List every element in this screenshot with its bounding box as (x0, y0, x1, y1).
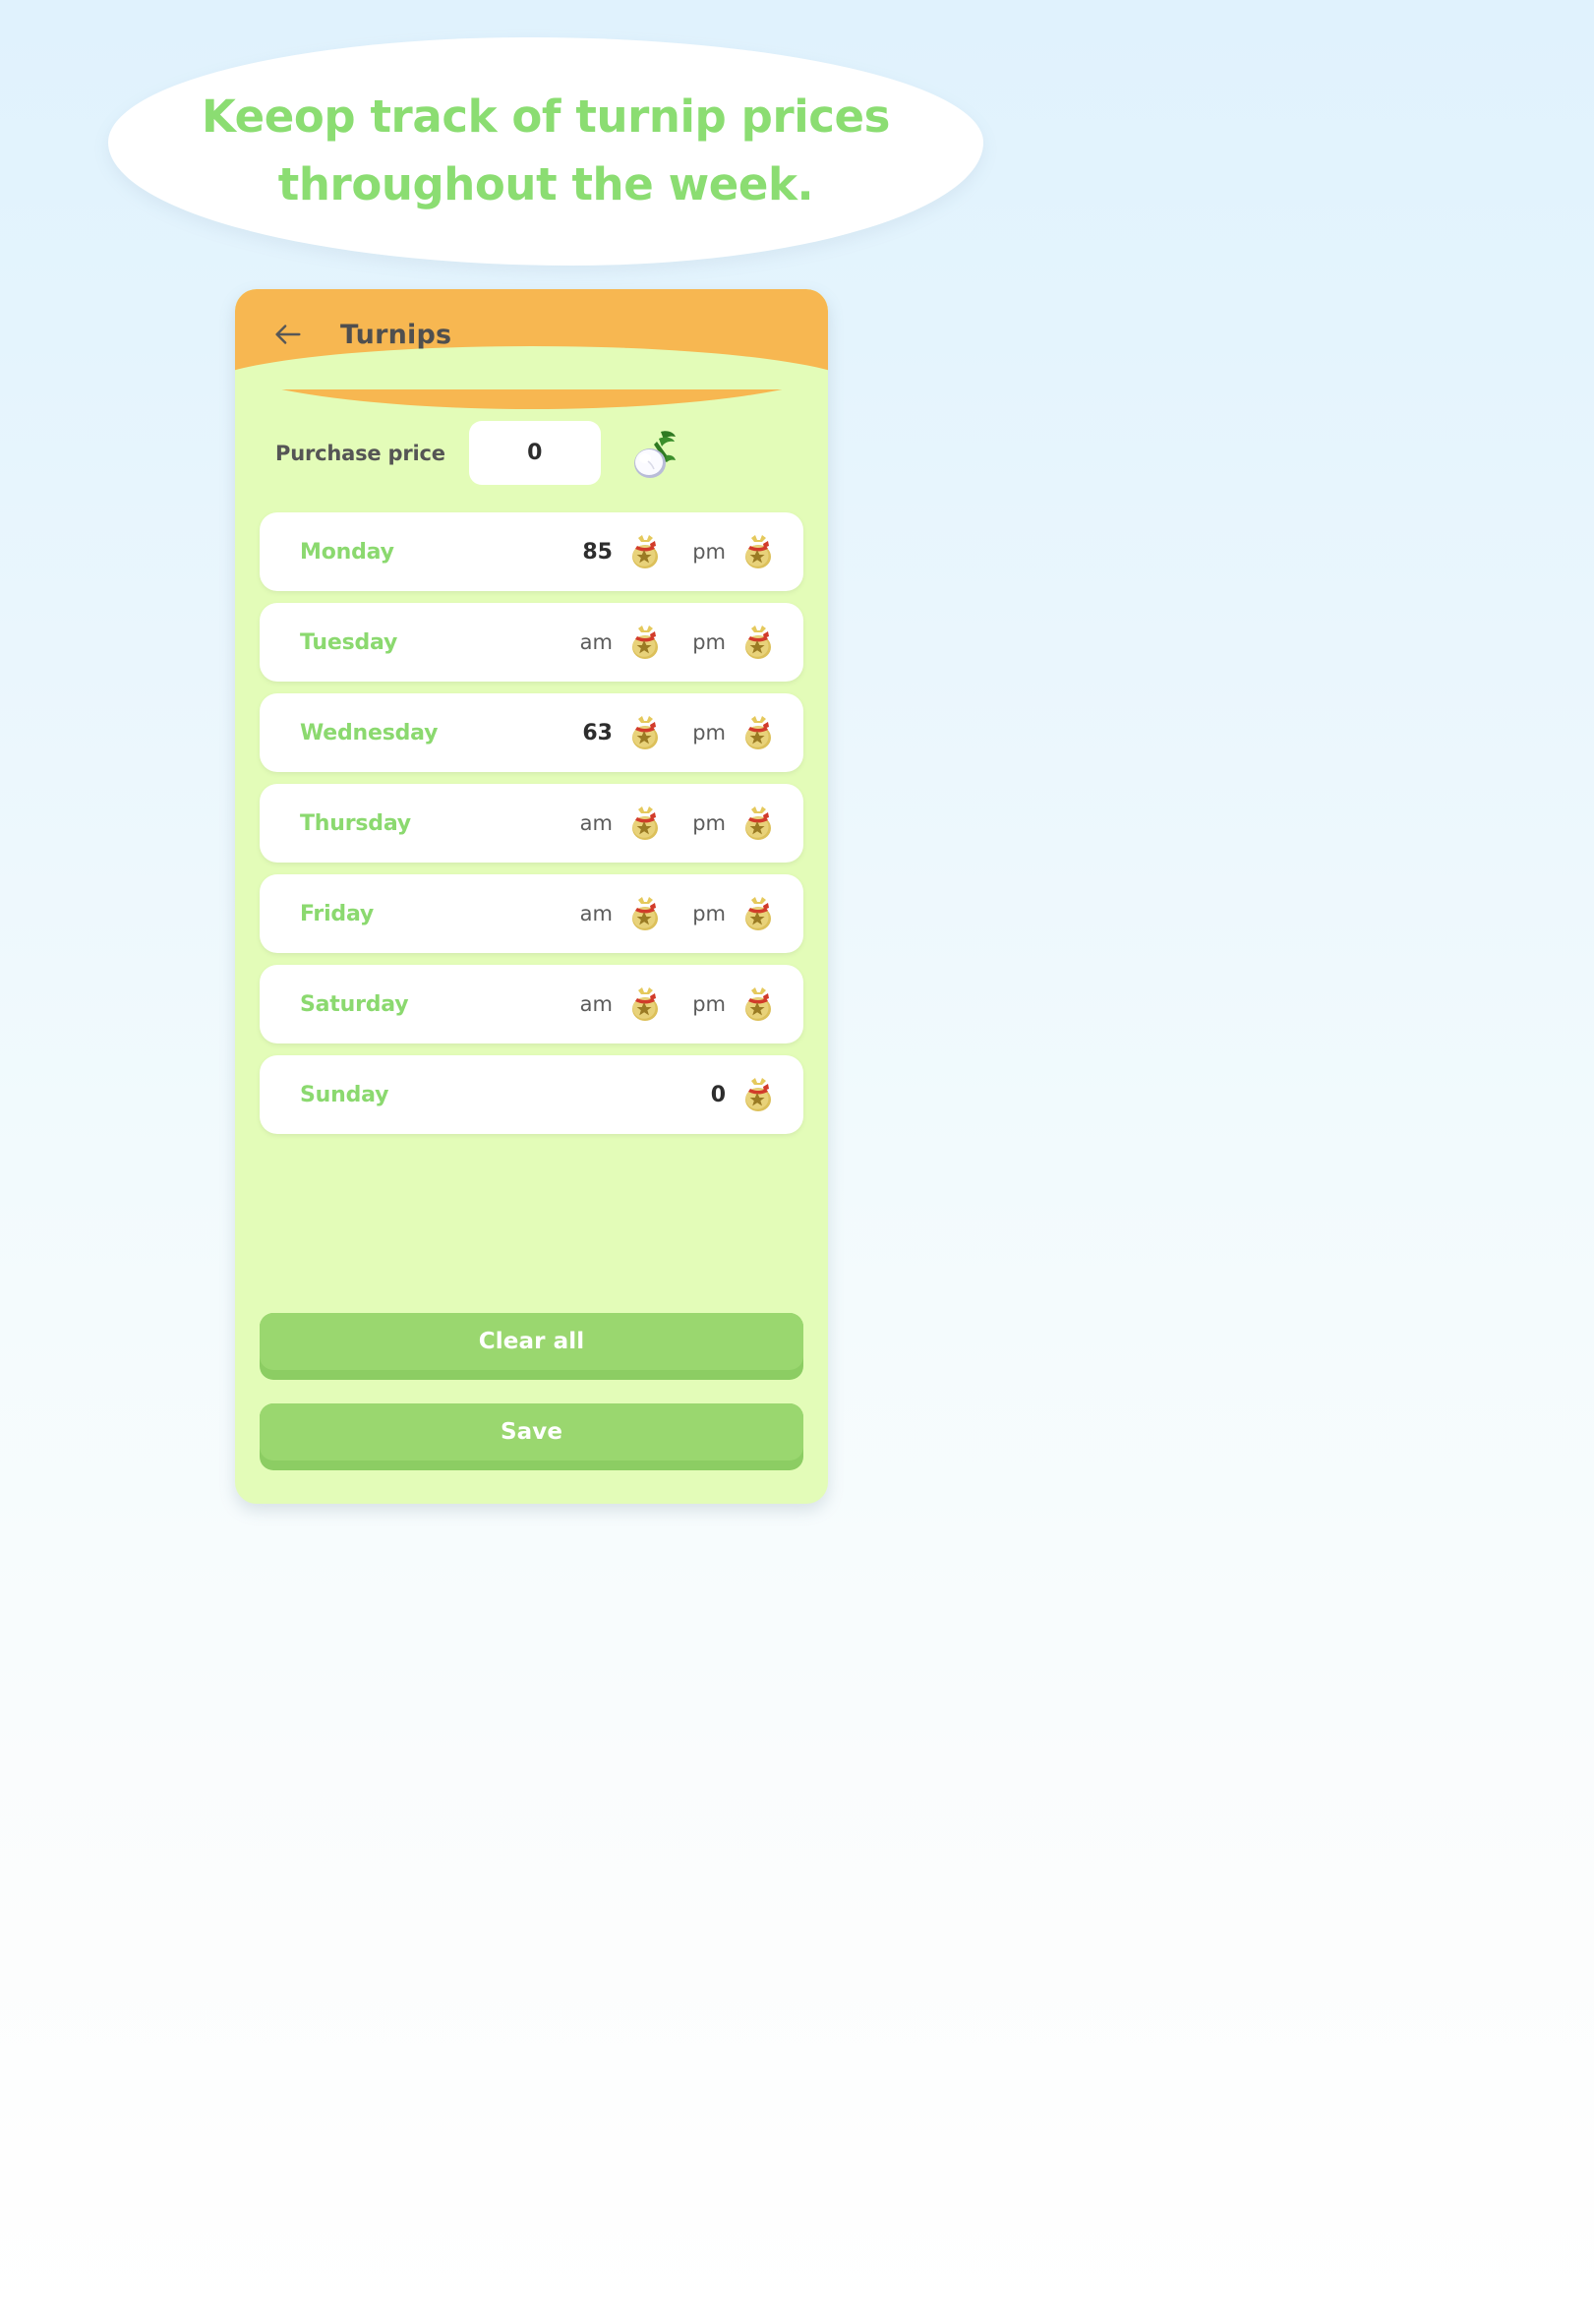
day-row-friday: Friday am pm (260, 874, 803, 953)
day-row-thursday: Thursday am pm (260, 784, 803, 863)
money-bag-icon (737, 802, 780, 845)
pm-price-field[interactable]: pm (690, 983, 780, 1026)
save-button[interactable]: Save (260, 1403, 803, 1470)
day-label: Saturday (300, 991, 409, 1017)
am-price-field[interactable]: 85 (577, 530, 667, 573)
money-bag-icon (737, 892, 780, 935)
page-title: Turnips (340, 319, 452, 350)
pm-price-value: pm (692, 992, 726, 1016)
money-bag-icon (737, 621, 780, 664)
day-fields: 0 (690, 1073, 780, 1116)
pm-price-field[interactable]: pm (690, 621, 780, 664)
day-label: Sunday (300, 1082, 389, 1107)
pm-price-value: pm (692, 721, 726, 745)
promo-line-2: throughout the week. (277, 158, 814, 210)
turnip-icon (626, 426, 681, 481)
am-price-value: am (579, 992, 613, 1016)
pm-price-value: pm (692, 540, 726, 564)
money-bag-icon (737, 530, 780, 573)
purchase-price-input[interactable]: 0 (468, 421, 601, 485)
money-bag-icon (737, 983, 780, 1026)
day-label: Friday (300, 901, 375, 926)
day-label: Wednesday (300, 720, 439, 745)
pm-price-field[interactable]: pm (690, 892, 780, 935)
money-bag-icon (623, 530, 667, 573)
money-bag-icon (623, 802, 667, 845)
pm-price-field[interactable]: pm (690, 530, 780, 573)
am-price-value: 63 (582, 720, 613, 745)
money-bag-icon (623, 892, 667, 935)
pm-price-field[interactable]: pm (690, 802, 780, 845)
am-price-value: am (579, 630, 613, 654)
day-row-monday: Monday 85 pm (260, 512, 803, 591)
sunday-price-field[interactable]: 0 (690, 1073, 780, 1116)
purchase-price-row: Purchase price 0 (260, 421, 803, 485)
clear-all-label: Clear all (260, 1313, 803, 1370)
day-label: Tuesday (300, 629, 398, 655)
purchase-price-value: 0 (527, 441, 543, 465)
promo-text: Keeop track of turnip prices throughout … (108, 37, 983, 266)
money-bag-icon (737, 1073, 780, 1116)
day-list: Monday 85 pm Tuesday am pm Wednesday 63 … (260, 512, 803, 1134)
am-price-field[interactable]: am (577, 621, 667, 664)
turnip-form: Purchase price 0 Monday 85 pm Tuesday am… (235, 380, 828, 1504)
day-row-sunday: Sunday 0 (260, 1055, 803, 1134)
am-price-field[interactable]: 63 (577, 711, 667, 754)
save-label: Save (260, 1403, 803, 1460)
purchase-price-label: Purchase price (275, 441, 445, 465)
day-label: Monday (300, 539, 394, 565)
day-fields: am pm (577, 802, 780, 845)
am-price-value: am (579, 811, 613, 835)
pm-price-value: pm (692, 902, 726, 925)
am-price-field[interactable]: am (577, 802, 667, 845)
day-row-wednesday: Wednesday 63 pm (260, 693, 803, 772)
money-bag-icon (623, 983, 667, 1026)
day-fields: 63 pm (577, 711, 780, 754)
am-price-value: am (579, 902, 613, 925)
phone-screen: Turnips Purchase price 0 Monday 85 pm Tu… (235, 289, 828, 1504)
day-fields: am pm (577, 983, 780, 1026)
money-bag-icon (623, 711, 667, 754)
am-price-field[interactable]: am (577, 983, 667, 1026)
arrow-left-icon (271, 318, 305, 351)
day-fields: am pm (577, 621, 780, 664)
day-row-saturday: Saturday am pm (260, 965, 803, 1043)
action-buttons: Clear all Save (260, 1313, 803, 1504)
clear-all-button[interactable]: Clear all (260, 1313, 803, 1380)
promo-bubble: Keeop track of turnip prices throughout … (108, 37, 983, 266)
day-fields: 85 pm (577, 530, 780, 573)
money-bag-icon (737, 711, 780, 754)
money-bag-icon (623, 621, 667, 664)
am-price-value: 85 (582, 539, 613, 565)
pm-price-value: pm (692, 630, 726, 654)
back-button[interactable] (268, 315, 308, 354)
pm-price-value: pm (692, 811, 726, 835)
day-row-tuesday: Tuesday am pm (260, 603, 803, 682)
day-label: Thursday (300, 810, 411, 836)
day-fields: am pm (577, 892, 780, 935)
sunday-price-value: 0 (710, 1082, 726, 1107)
promo-line-1: Keeop track of turnip prices (201, 90, 891, 144)
am-price-field[interactable]: am (577, 892, 667, 935)
pm-price-field[interactable]: pm (690, 711, 780, 754)
